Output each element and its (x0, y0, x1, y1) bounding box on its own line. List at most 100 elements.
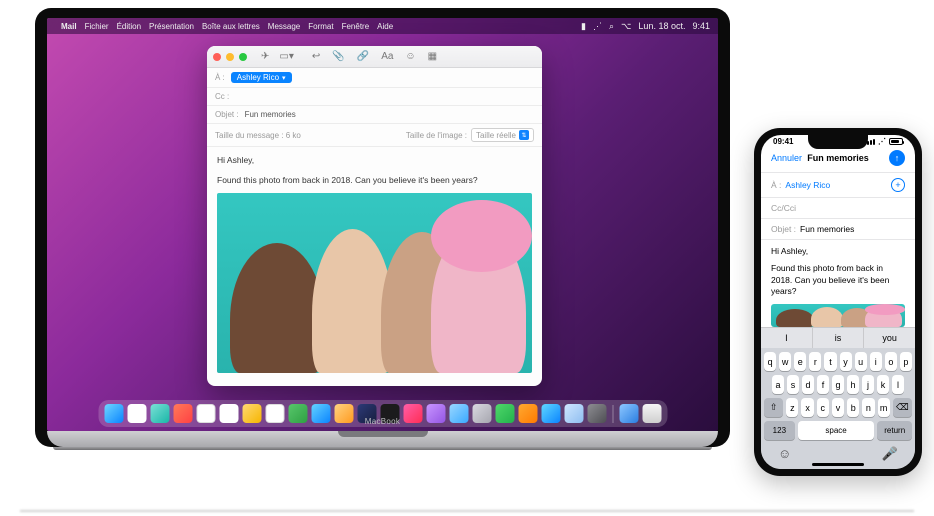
dock-app-contacts[interactable] (196, 404, 215, 423)
compose-titlebar[interactable]: ✈ ▭▾ ↩ 📎 🔗 Aa ☺ ▦ (207, 46, 542, 68)
dock-app-news[interactable] (449, 404, 468, 423)
iphone-recipient[interactable]: Ashley Rico (785, 180, 830, 190)
link-icon[interactable]: 🔗 (357, 51, 369, 62)
iphone-cc-row[interactable]: Cc/Cci (761, 198, 915, 219)
key-t-key[interactable]: t (824, 352, 836, 371)
subject-row[interactable]: Objet : Fun memories (207, 106, 542, 124)
key-n-key[interactable]: n (862, 398, 874, 417)
cc-row[interactable]: Cc : (207, 88, 542, 106)
key-b-key[interactable]: b (847, 398, 859, 417)
dock-app-settings[interactable] (587, 404, 606, 423)
iphone-to-row[interactable]: À : Ashley Rico + (761, 173, 915, 198)
predict-3[interactable]: you (863, 328, 915, 348)
attach-icon[interactable]: 📎 (332, 51, 344, 62)
header-fields-icon[interactable]: ▭▾ (279, 51, 293, 62)
key-r-key[interactable]: r (809, 352, 821, 371)
key-z-key[interactable]: z (786, 398, 798, 417)
dock-trash[interactable] (642, 404, 661, 423)
dock-app-numbers[interactable] (495, 404, 514, 423)
spotlight-icon[interactable]: ⌕ (609, 21, 614, 32)
key-j-key[interactable]: j (862, 375, 874, 394)
dock-app-mail[interactable] (173, 404, 192, 423)
mail-compose-window[interactable]: ✈ ▭▾ ↩ 📎 🔗 Aa ☺ ▦ À : Ashley Rico (207, 46, 542, 386)
dock-app-safari[interactable] (150, 404, 169, 423)
key-q-key[interactable]: q (764, 352, 776, 371)
format-icon[interactable]: Aa (381, 51, 393, 62)
backspace-key[interactable]: ⌫ (893, 398, 912, 417)
dock-app-facetime[interactable] (288, 404, 307, 423)
photo-browser-icon[interactable]: ▦ (428, 51, 437, 62)
battery-icon[interactable]: ▮ (581, 21, 586, 32)
emoji-icon[interactable]: ☺ (405, 51, 415, 62)
cancel-button[interactable]: Annuler (771, 153, 802, 163)
space-key[interactable]: space (798, 421, 875, 440)
dock-app-music[interactable] (403, 404, 422, 423)
key-c-key[interactable]: c (817, 398, 829, 417)
zoom-button[interactable] (239, 53, 247, 61)
predict-1[interactable]: I (761, 328, 812, 348)
dictation-key[interactable]: 🎤 (882, 446, 898, 462)
menubar-item-format[interactable]: Format (308, 22, 333, 31)
key-s-key[interactable]: s (787, 375, 799, 394)
menubar-item-help[interactable]: Aide (377, 22, 393, 31)
menubar-item-mailbox[interactable]: Boîte aux lettres (202, 22, 260, 31)
menubar-item-message[interactable]: Message (268, 22, 300, 31)
close-button[interactable] (213, 53, 221, 61)
reply-icon[interactable]: ↩ (312, 51, 320, 62)
dock-app-reminders[interactable] (265, 404, 284, 423)
dock-app-books[interactable] (472, 404, 491, 423)
send-button[interactable]: ↑ (889, 150, 905, 166)
dock-app-calendar[interactable] (219, 404, 238, 423)
recipient-chip[interactable]: Ashley Rico (231, 72, 292, 83)
menubar-item-view[interactable]: Présentation (149, 22, 194, 31)
key-d-key[interactable]: d (802, 375, 814, 394)
key-u-key[interactable]: u (855, 352, 867, 371)
minimize-button[interactable] (226, 53, 234, 61)
compose-body[interactable]: Hi Ashley, Found this photo from back in… (207, 147, 542, 386)
key-l-key[interactable]: l (892, 375, 904, 394)
dock-app-messages[interactable] (311, 404, 330, 423)
key-a-key[interactable]: a (772, 375, 784, 394)
dock-app-notes[interactable] (242, 404, 261, 423)
wifi-icon[interactable]: ⋰ (593, 21, 602, 32)
key-e-key[interactable]: e (794, 352, 806, 371)
iphone-subject-row[interactable]: Objet : Fun memories (761, 219, 915, 240)
dock-app-pages[interactable] (541, 404, 560, 423)
key-v-key[interactable]: v (832, 398, 844, 417)
dock-app-maps[interactable] (334, 404, 353, 423)
to-row[interactable]: À : Ashley Rico (207, 68, 542, 88)
iphone-attached-photo[interactable] (771, 304, 905, 327)
emoji-key[interactable]: ☺ (778, 446, 791, 462)
menubar-item-window[interactable]: Fenêtre (342, 22, 370, 31)
key-i-key[interactable]: i (870, 352, 882, 371)
send-icon[interactable]: ✈ (261, 51, 269, 62)
key-p-key[interactable]: p (900, 352, 912, 371)
dock-app-appstore[interactable] (564, 404, 583, 423)
control-center-icon[interactable]: ⌥ (621, 21, 631, 32)
key-h-key[interactable]: h (847, 375, 859, 394)
dock-app-launchpad[interactable] (127, 404, 146, 423)
home-indicator[interactable] (812, 463, 864, 466)
iphone-body[interactable]: Hi Ashley, Found this photo from back in… (761, 240, 915, 304)
key-y-key[interactable]: y (840, 352, 852, 371)
dock-app-downloads[interactable] (619, 404, 638, 423)
menubar-app-name[interactable]: Mail (61, 22, 77, 31)
numbers-key[interactable]: 123 (764, 421, 795, 440)
key-k-key[interactable]: k (877, 375, 889, 394)
predict-2[interactable]: is (812, 328, 864, 348)
key-f-key[interactable]: f (817, 375, 829, 394)
dock-app-podcasts[interactable] (426, 404, 445, 423)
key-o-key[interactable]: o (885, 352, 897, 371)
dock-app-finder[interactable] (104, 404, 123, 423)
menubar-date[interactable]: Lun. 18 oct. (638, 21, 685, 31)
key-x-key[interactable]: x (801, 398, 813, 417)
menubar-item-file[interactable]: Fichier (85, 22, 109, 31)
menubar-time[interactable]: 9:41 (692, 21, 710, 31)
image-size-popup[interactable]: Taille réelle ⇅ (471, 128, 534, 142)
key-m-key[interactable]: m (878, 398, 890, 417)
dock-app-keynote[interactable] (518, 404, 537, 423)
shift-key[interactable]: ⇧ (764, 398, 783, 417)
return-key[interactable]: return (877, 421, 912, 440)
attached-photo[interactable] (217, 193, 532, 373)
key-g-key[interactable]: g (832, 375, 844, 394)
